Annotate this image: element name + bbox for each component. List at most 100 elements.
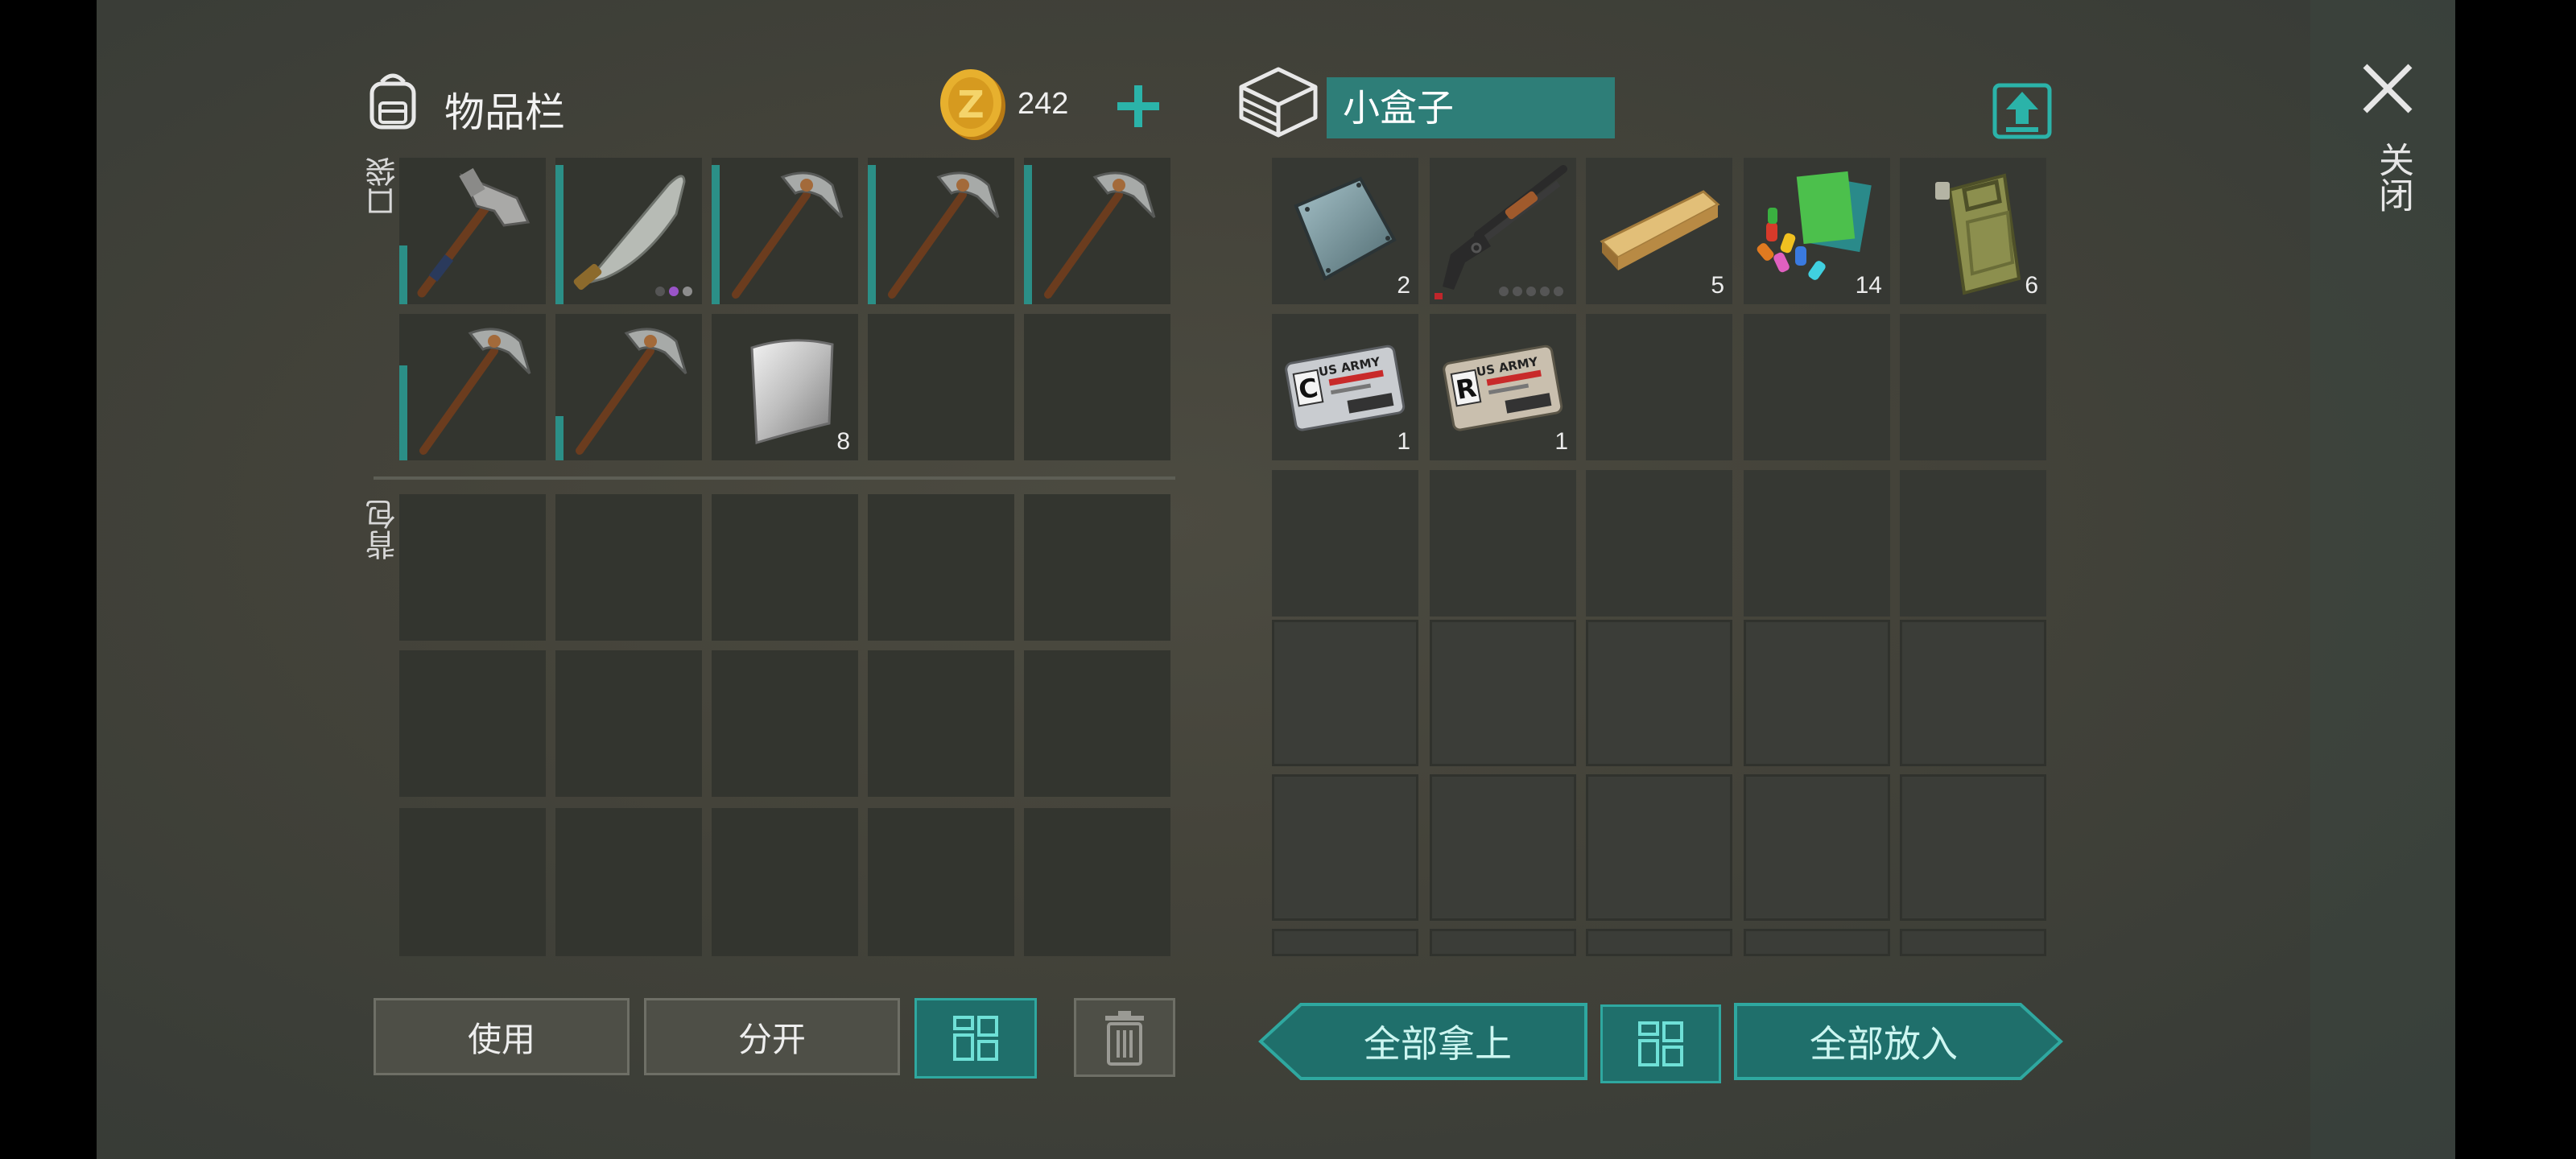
container-slot[interactable] bbox=[1900, 314, 2046, 460]
container-slot[interactable] bbox=[1586, 314, 1732, 460]
pickaxe-icon bbox=[732, 171, 844, 299]
pocket-label: 口袋 bbox=[365, 156, 401, 217]
locked-slot bbox=[1586, 774, 1732, 921]
locked-slot bbox=[1430, 929, 1576, 956]
locked-slot bbox=[1744, 774, 1890, 921]
close-button[interactable]: 关闭 bbox=[2351, 53, 2423, 238]
backpack-slot[interactable] bbox=[712, 650, 858, 797]
svg-text:Z: Z bbox=[957, 83, 984, 126]
trash-icon bbox=[1105, 1011, 1144, 1066]
pickaxe-icon bbox=[576, 328, 687, 455]
backpack-slot[interactable] bbox=[868, 650, 1014, 797]
machete-icon bbox=[573, 175, 686, 291]
upload-icon bbox=[1992, 83, 2052, 139]
close-icon bbox=[2363, 64, 2413, 113]
backpack-slot[interactable] bbox=[1024, 494, 1170, 641]
backpack-slot[interactable] bbox=[712, 808, 858, 956]
backpack-slot[interactable] bbox=[399, 650, 546, 797]
backpack-slot[interactable] bbox=[555, 650, 702, 797]
locked-slot bbox=[1900, 774, 2046, 921]
container-slot[interactable] bbox=[1272, 470, 1418, 617]
sort-button[interactable] bbox=[914, 998, 1037, 1079]
pocket-slot-1[interactable] bbox=[399, 158, 546, 304]
backpack-slot[interactable] bbox=[399, 808, 546, 956]
trash-button[interactable] bbox=[1074, 998, 1175, 1077]
container-slot-5[interactable]: 6 bbox=[1900, 158, 2046, 304]
durability-bar bbox=[555, 416, 564, 460]
sort-container-button[interactable] bbox=[1600, 1004, 1721, 1083]
container-slot-7[interactable]: R US ARMY 1 bbox=[1430, 314, 1576, 460]
container-name[interactable]: 小盒子 bbox=[1327, 77, 1615, 138]
container-slot-1[interactable]: 2 bbox=[1272, 158, 1418, 304]
pocket-slot-2[interactable] bbox=[555, 158, 702, 304]
backpack-slot[interactable] bbox=[399, 494, 546, 641]
backpack-label: 背包 bbox=[365, 499, 401, 560]
item-quantity: 5 bbox=[1711, 272, 1724, 299]
add-coins-button[interactable] bbox=[1113, 80, 1164, 132]
locked-slot bbox=[1586, 620, 1732, 766]
locked-slot bbox=[1430, 620, 1576, 766]
container-slot[interactable] bbox=[1900, 470, 2046, 617]
split-button[interactable]: 分开 bbox=[644, 998, 900, 1075]
locked-slot bbox=[1272, 929, 1418, 956]
locked-slot bbox=[1900, 929, 2046, 956]
pocket-slot-10[interactable] bbox=[1024, 314, 1170, 460]
container-slot[interactable] bbox=[1430, 470, 1576, 617]
pickaxe-icon bbox=[1044, 171, 1156, 299]
item-quantity: 1 bbox=[1554, 428, 1568, 455]
upgrade-dots bbox=[655, 287, 692, 296]
use-button[interactable]: 使用 bbox=[374, 998, 630, 1075]
section-divider bbox=[374, 476, 1175, 480]
durability-bar bbox=[868, 165, 876, 304]
pickaxe-icon bbox=[419, 328, 531, 455]
item-quantity: 8 bbox=[836, 428, 850, 455]
pocket-slot-5[interactable] bbox=[1024, 158, 1170, 304]
grid-icon bbox=[1638, 1021, 1683, 1066]
inventory-title: 物品栏 bbox=[444, 89, 565, 136]
locked-slot bbox=[1272, 774, 1418, 921]
upgrade-dots bbox=[1499, 287, 1563, 296]
upload-button[interactable] bbox=[1992, 79, 2053, 142]
coin-icon: Z bbox=[939, 68, 1008, 142]
locked-slot bbox=[1586, 929, 1732, 956]
take-all-label: 全部拿上 bbox=[1364, 1022, 1512, 1066]
shotgun-icon bbox=[1443, 165, 1567, 290]
backpack-slot[interactable] bbox=[1024, 808, 1170, 956]
item-quantity: 1 bbox=[1397, 428, 1410, 455]
container-slot-3[interactable]: 5 bbox=[1586, 158, 1732, 304]
pocket-slot-8[interactable]: 8 bbox=[712, 314, 858, 460]
durability-marker bbox=[1435, 293, 1443, 299]
close-label: 关闭 bbox=[2372, 142, 2413, 212]
locked-slot bbox=[1430, 774, 1576, 921]
container-slot[interactable] bbox=[1744, 314, 1890, 460]
pocket-slot-4[interactable] bbox=[868, 158, 1014, 304]
container-slot-4[interactable]: 14 bbox=[1744, 158, 1890, 304]
durability-bar bbox=[555, 165, 564, 304]
locked-slot bbox=[1900, 620, 2046, 766]
container-slot-2[interactable] bbox=[1430, 158, 1576, 304]
container-slot[interactable] bbox=[1744, 470, 1890, 617]
backpack-icon bbox=[361, 68, 425, 132]
hammer-icon bbox=[417, 167, 530, 298]
put-all-button[interactable]: 全部放入 bbox=[1732, 1001, 2064, 1082]
backpack-slot[interactable] bbox=[555, 494, 702, 641]
pocket-slot-9[interactable] bbox=[868, 314, 1014, 460]
backpack-slot[interactable] bbox=[868, 494, 1014, 641]
pocket-slot-3[interactable] bbox=[712, 158, 858, 304]
backpack-slot[interactable] bbox=[868, 808, 1014, 956]
item-quantity: 2 bbox=[1397, 272, 1410, 299]
pocket-slot-6[interactable] bbox=[399, 314, 546, 460]
locked-slot bbox=[1272, 620, 1418, 766]
container-slot-6[interactable]: C US ARMY 1 bbox=[1272, 314, 1418, 460]
pocket-slot-7[interactable] bbox=[555, 314, 702, 460]
coin-count: 242 bbox=[1018, 87, 1069, 121]
put-all-label: 全部放入 bbox=[1810, 1022, 1958, 1066]
container-slot[interactable] bbox=[1586, 470, 1732, 617]
backpack-slot[interactable] bbox=[555, 808, 702, 956]
take-all-button[interactable]: 全部拿上 bbox=[1257, 1001, 1589, 1082]
durability-bar bbox=[1024, 165, 1032, 304]
backpack-slot[interactable] bbox=[712, 494, 858, 641]
backpack-slot[interactable] bbox=[1024, 650, 1170, 797]
grid-icon bbox=[953, 1016, 998, 1061]
durability-bar bbox=[399, 365, 407, 460]
